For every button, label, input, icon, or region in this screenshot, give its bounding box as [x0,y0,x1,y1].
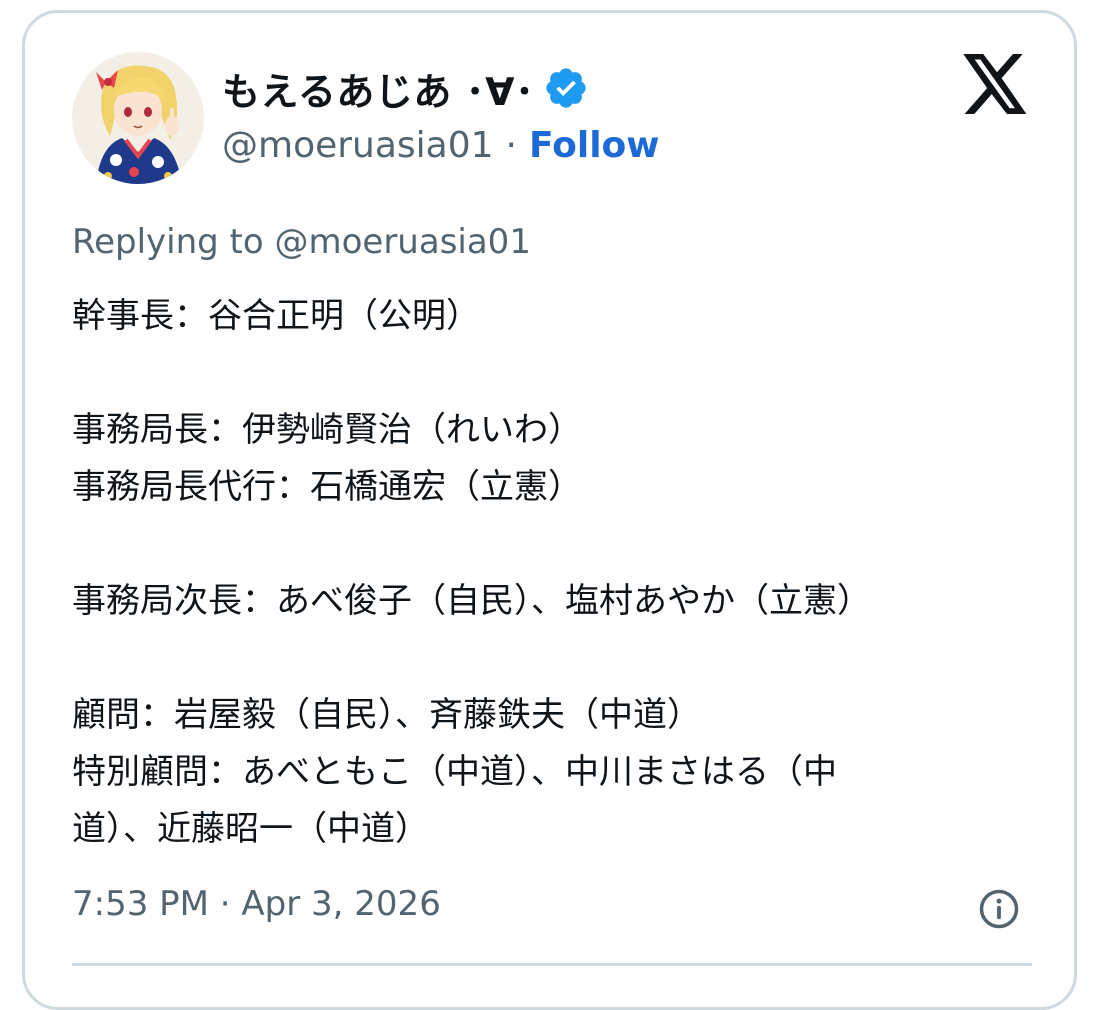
replying-to-line[interactable]: Replying to @moeruasia01 [72,222,531,262]
tweet-line: 特別顧問：あべともこ（中道）、中川まさはる（中 [72,752,837,792]
tweet-line: 道）、近藤昭一（中道） [72,809,429,849]
tweet-line: 事務局長代行：石橋通宏（立憲） [72,467,582,507]
anime-girl-avatar-icon [72,52,204,184]
verified-badge-icon [545,68,586,108]
x-logo-icon [963,54,1027,114]
info-circle-icon [979,889,1019,929]
author-name-row[interactable]: もえるあじあ ･∀･ [222,62,589,114]
tweet-line: 事務局長：伊勢崎賢治（れいわ） [72,410,582,450]
tweet-line: 幹事長：谷合正明（公明） [72,296,480,336]
tweet-line: 顧問：岩屋毅（自民）、斉藤鉄夫（中道） [72,695,701,735]
tweet-timestamp[interactable]: 7:53 PM · Apr 3, 2026 [72,884,441,924]
info-icon[interactable] [978,888,1020,930]
divider [72,963,1032,966]
avatar[interactable] [72,52,204,184]
follow-button[interactable]: Follow [529,125,660,166]
handle-row: @moeruasia01 · Follow [222,122,660,168]
display-name[interactable]: もえるあじあ ･∀･ [222,61,535,116]
handle-separator: · [505,124,517,166]
tweet-line: 事務局次長：あべ俊子（自民）、塩村あやか（立憲） [72,581,871,621]
user-handle[interactable]: @moeruasia01 [222,125,494,166]
x-logo[interactable] [962,54,1030,114]
tweet-text: 幹事長：谷合正明（公明） 事務局長：伊勢崎賢治（れいわ） 事務局長代行：石橋通宏… [72,288,1032,858]
